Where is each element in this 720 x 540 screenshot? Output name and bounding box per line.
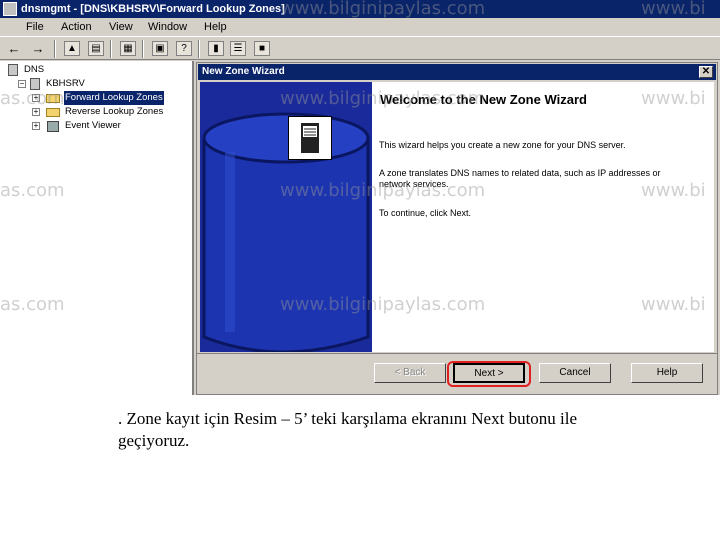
server-icon	[30, 78, 40, 90]
expand-icon[interactable]: +	[32, 122, 40, 130]
dns-app-icon	[3, 2, 17, 16]
wizard-zone-explanation: A zone translates DNS names to related d…	[379, 168, 661, 189]
screenshot: dnsmgmt - [DNS\KBHSRV\Forward Lookup Zon…	[0, 0, 720, 395]
wizard-description: This wizard helps you create a new zone …	[379, 140, 626, 150]
dns-icon	[8, 64, 18, 76]
menu-bar: File Action View Window Help	[0, 18, 720, 36]
expand-icon[interactable]: +	[32, 108, 40, 116]
list-icon[interactable]: ☰	[230, 41, 246, 56]
cylinder-graphic	[200, 82, 372, 352]
toolbar: ← → ▲ ▤ ▦ ▣ ? ▮ ☰ ■	[0, 36, 720, 60]
folder-icon	[46, 94, 60, 103]
menu-view[interactable]: View	[109, 18, 133, 36]
forward-arrow-icon[interactable]: →	[30, 41, 46, 56]
menu-action[interactable]: Action	[61, 18, 92, 36]
tree-item-server[interactable]: − KBHSRV	[0, 77, 190, 91]
wizard-server-icon	[288, 116, 332, 160]
toolbar-separator	[110, 40, 112, 58]
close-icon[interactable]: ✕	[699, 66, 713, 78]
toolbar-separator	[54, 40, 56, 58]
wizard-continue-instruction: To continue, click Next.	[379, 208, 472, 218]
properties-icon[interactable]: ▣	[152, 41, 168, 56]
dialog-title: New Zone Wizard	[202, 66, 285, 77]
tree-item-dns[interactable]: DNS	[0, 63, 190, 77]
new-zone-wizard-dialog: New Zone Wizard ✕ Welcome to the New Zon…	[196, 62, 718, 395]
tree-label: KBHSRV	[46, 78, 85, 89]
folder-icon	[46, 108, 60, 117]
tree-label: Reverse Lookup Zones	[65, 106, 164, 117]
dialog-titlebar: New Zone Wizard ✕	[198, 64, 716, 80]
menu-help[interactable]: Help	[204, 18, 227, 36]
show-tree-icon[interactable]: ▤	[88, 41, 104, 56]
cancel-button[interactable]: Cancel	[539, 363, 611, 383]
wizard-content: Welcome to the New Zone Wizard This wiza…	[372, 82, 714, 352]
wizard-banner	[200, 82, 372, 352]
tree-label: Event Viewer	[65, 120, 121, 131]
up-folder-icon[interactable]: ▲	[64, 41, 80, 56]
toolbar-separator	[142, 40, 144, 58]
tree-label: DNS	[24, 64, 45, 75]
caption-text: . Zone kayıt için Resim – 5’ teki karşıl…	[118, 409, 578, 450]
new-zone-icon[interactable]: ■	[254, 41, 270, 56]
menu-file[interactable]: File	[26, 18, 44, 36]
event-viewer-icon	[47, 121, 59, 132]
welcome-heading: Welcome to the New Zone Wizard	[380, 92, 587, 107]
expand-icon[interactable]: +	[32, 94, 40, 102]
server-icon[interactable]: ▮	[208, 41, 224, 56]
window-title: dnsmgmt - [DNS\KBHSRV\Forward Lookup Zon…	[21, 3, 285, 15]
help-button[interactable]: Help	[631, 363, 703, 383]
tree-label: Forward Lookup Zones	[64, 91, 164, 105]
next-button-highlight	[447, 361, 531, 387]
console-tree: DNS − KBHSRV + Forward Lookup Zones + Re…	[0, 61, 194, 395]
collapse-icon[interactable]: −	[18, 80, 26, 88]
menu-window[interactable]: Window	[148, 18, 187, 36]
export-list-icon[interactable]: ▦	[120, 41, 136, 56]
tree-item-reverse-lookup-zones[interactable]: + Reverse Lookup Zones	[0, 105, 190, 119]
window-titlebar: dnsmgmt - [DNS\KBHSRV\Forward Lookup Zon…	[0, 0, 720, 18]
back-button[interactable]: < Back	[374, 363, 446, 383]
tree-item-event-viewer[interactable]: + Event Viewer	[0, 119, 190, 133]
back-arrow-icon[interactable]: ←	[6, 41, 22, 56]
toolbar-separator	[198, 40, 200, 58]
tree-item-forward-lookup-zones[interactable]: + Forward Lookup Zones	[0, 91, 190, 105]
help-icon[interactable]: ?	[176, 41, 192, 56]
